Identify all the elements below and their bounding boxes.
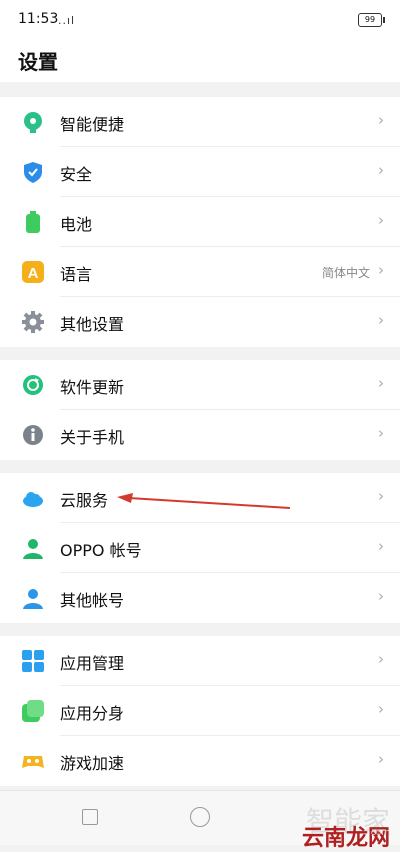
settings-item-oppo-account[interactable]: OPPO 帐号 › bbox=[0, 523, 400, 573]
settings-item-label: 软件更新 bbox=[60, 378, 125, 397]
language-value: 简体中文 bbox=[321, 266, 370, 280]
language-icon: A bbox=[22, 261, 44, 283]
settings-section-general: 智能便捷 › 安全 › 电池 › A 语言 简体中文 › 其他设置 › bbox=[0, 97, 400, 347]
settings-item-label: 关于手机 bbox=[60, 428, 125, 447]
chevron-right-icon: › bbox=[378, 487, 384, 505]
smart-assist-icon bbox=[22, 111, 44, 133]
settings-item-label: 其他设置 bbox=[60, 315, 125, 334]
battery-icon bbox=[22, 211, 44, 233]
cloud-icon bbox=[22, 487, 44, 509]
chevron-right-icon: › bbox=[378, 161, 384, 179]
apps-grid-icon bbox=[22, 650, 44, 672]
settings-item-app-clone[interactable]: 应用分身 › bbox=[0, 686, 400, 736]
chevron-right-icon: › bbox=[378, 111, 384, 129]
settings-item-app-management[interactable]: 应用管理 › bbox=[0, 636, 400, 686]
update-icon bbox=[22, 374, 44, 396]
settings-item-security[interactable]: 安全 › bbox=[0, 147, 400, 197]
info-icon bbox=[22, 424, 44, 446]
settings-item-label: 应用分身 bbox=[60, 704, 125, 723]
clock: 11:53 bbox=[18, 11, 59, 27]
signal-icon: ..ıl bbox=[58, 14, 76, 27]
settings-item-label: 语言 bbox=[60, 265, 93, 284]
chevron-right-icon: › bbox=[378, 700, 384, 718]
settings-item-label: OPPO 帐号 bbox=[60, 541, 142, 560]
recent-apps-button[interactable] bbox=[82, 809, 98, 825]
svg-text:A: A bbox=[28, 265, 39, 282]
settings-item-game-boost[interactable]: 游戏加速 › bbox=[0, 736, 400, 786]
battery-icon: 99 bbox=[358, 13, 385, 27]
page-title: 设置 bbox=[18, 50, 58, 74]
chevron-right-icon: › bbox=[378, 424, 384, 442]
game-icon bbox=[22, 750, 44, 772]
settings-item-label: 智能便捷 bbox=[60, 115, 125, 134]
chevron-right-icon: › bbox=[378, 587, 384, 605]
settings-item-label: 安全 bbox=[60, 165, 93, 184]
annotation-arrow bbox=[117, 493, 290, 509]
chevron-right-icon: › bbox=[378, 211, 384, 229]
settings-item-label: 其他帐号 bbox=[60, 591, 125, 610]
settings-item-software-update[interactable]: 软件更新 › bbox=[0, 360, 400, 410]
settings-item-other-accounts[interactable]: 其他帐号 › bbox=[0, 573, 400, 623]
settings-item-label: 云服务 bbox=[60, 491, 109, 510]
user-icon bbox=[22, 587, 44, 609]
settings-item-battery[interactable]: 电池 › bbox=[0, 197, 400, 247]
chevron-right-icon: › bbox=[378, 374, 384, 392]
watermark-url: .com bbox=[367, 828, 390, 838]
shield-icon bbox=[22, 161, 44, 183]
user-icon bbox=[22, 537, 44, 559]
chevron-right-icon: › bbox=[378, 650, 384, 668]
gear-icon bbox=[22, 311, 44, 333]
settings-item-other-settings[interactable]: 其他设置 › bbox=[0, 297, 400, 347]
settings-item-label: 游戏加速 bbox=[60, 754, 125, 773]
chevron-right-icon: › bbox=[378, 750, 384, 768]
settings-item-label: 应用管理 bbox=[60, 654, 125, 673]
settings-item-language[interactable]: A 语言 简体中文 › bbox=[0, 247, 400, 297]
status-bar: 11:53 ..ıl 99 bbox=[0, 0, 400, 40]
chevron-right-icon: › bbox=[378, 311, 384, 329]
settings-section-system: 软件更新 › 关于手机 › bbox=[0, 360, 400, 460]
home-button[interactable] bbox=[190, 807, 210, 827]
settings-item-about-phone[interactable]: 关于手机 › bbox=[0, 410, 400, 460]
chevron-right-icon: › bbox=[378, 261, 384, 279]
chevron-right-icon: › bbox=[378, 537, 384, 555]
header: 设置 bbox=[0, 40, 400, 82]
settings-section-apps: 应用管理 › 应用分身 › 游戏加速 › bbox=[0, 636, 400, 786]
settings-item-smart-assist[interactable]: 智能便捷 › bbox=[0, 97, 400, 147]
settings-item-label: 电池 bbox=[60, 215, 93, 234]
app-clone-icon bbox=[22, 700, 44, 722]
